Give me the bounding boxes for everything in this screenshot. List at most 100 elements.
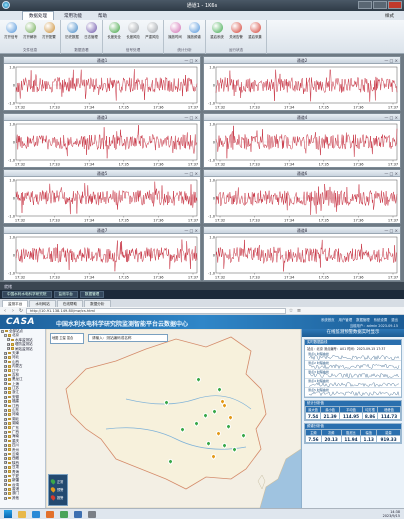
y-tick-label: 0 xyxy=(213,83,216,87)
tab-data-processing[interactable]: 数据处理 xyxy=(22,11,54,20)
expand-icon[interactable]: + xyxy=(4,404,7,408)
expand-icon[interactable]: + xyxy=(4,457,7,461)
link-settings[interactable]: 系统设置 xyxy=(374,317,388,322)
expand-icon[interactable]: + xyxy=(4,351,7,355)
browser-tab-1[interactable]: 监测平台 xyxy=(2,300,29,307)
panel-window-buttons[interactable]: — □ × xyxy=(184,58,198,63)
x-tick-label: 17:33 xyxy=(249,219,259,223)
star-icon[interactable]: ☆ xyxy=(288,308,294,314)
refresh-icon[interactable]: ↻ xyxy=(18,308,24,314)
link-logout[interactable]: 退出 xyxy=(391,317,398,322)
expand-icon[interactable]: + xyxy=(4,483,7,487)
settings-icon[interactable] xyxy=(88,510,96,518)
expand-icon[interactable]: + xyxy=(4,421,7,425)
maximize-button[interactable] xyxy=(373,1,387,9)
back-icon[interactable]: ‹ xyxy=(2,308,8,314)
panel-window-buttons[interactable]: — □ × xyxy=(184,171,198,176)
map-type-switch[interactable]: 地图 卫星 混合 xyxy=(50,333,84,344)
expand-icon[interactable]: + xyxy=(4,386,7,390)
expand-icon[interactable]: + xyxy=(4,448,7,452)
expand-icon[interactable]: + xyxy=(4,496,7,500)
address-bar[interactable]: http://10.91.138.149.80/mw/cs.html xyxy=(26,307,286,314)
station-map[interactable]: 地图 卫星 混合 请输入：测站编码或名称 正常 预警 报警 xyxy=(46,329,301,508)
waveform-panel[interactable]: 通道4— □ × 1.0 0 -1.0 17:32 17:33 17:34 17:35 17:3… xyxy=(203,112,401,168)
taskbar-item-1[interactable]: 中国水利水电科学研究院 xyxy=(2,291,52,298)
expand-icon[interactable]: + xyxy=(4,408,7,412)
expand-icon[interactable]: + xyxy=(4,470,7,474)
expand-icon[interactable]: + xyxy=(4,492,7,496)
expand-icon[interactable]: + xyxy=(4,443,7,447)
expand-icon[interactable]: + xyxy=(4,435,7,439)
browser-tab-4[interactable]: 数据分析 xyxy=(84,300,111,307)
expand-icon[interactable]: + xyxy=(4,356,7,360)
expand-icon[interactable]: + xyxy=(4,399,7,403)
expand-icon[interactable]: + xyxy=(4,426,7,430)
expand-icon[interactable]: + xyxy=(4,430,7,434)
expand-icon[interactable]: + xyxy=(4,465,7,469)
expand-icon[interactable]: + xyxy=(4,369,7,373)
expand-icon[interactable]: + xyxy=(4,474,7,478)
expand-icon[interactable]: + xyxy=(4,373,7,377)
expand-icon[interactable]: + xyxy=(4,461,7,465)
expand-icon[interactable]: + xyxy=(7,342,10,346)
waveform-panel[interactable]: 通道1— □ × 1.0 0 -1.0 17:32 17:33 17:34 17:35 17:3… xyxy=(3,56,201,111)
waveform-plot: 1.00-1.017:32 17:33 17:34 17:35 17:36 17:37 xyxy=(8,122,198,166)
taskbar-item-2[interactable]: 监测平台 xyxy=(53,291,78,298)
panel-header: 通道1 — □ × xyxy=(4,57,200,64)
map-search-input[interactable]: 请输入：测站编码或名称 xyxy=(88,334,168,342)
waveform-panel[interactable]: 通道6— □ × 1.0 0 -1.0 17:32 17:33 17:34 17:35 17:3… xyxy=(203,169,401,224)
expand-icon[interactable]: + xyxy=(7,338,10,342)
expand-icon[interactable]: + xyxy=(4,377,7,381)
media-icon[interactable] xyxy=(46,510,54,518)
app-icon[interactable] xyxy=(60,510,68,518)
y-tick-label: 0 xyxy=(13,83,16,87)
taskbar-item-3[interactable]: 数据管理 xyxy=(79,291,105,298)
collapse-icon[interactable]: - xyxy=(4,334,7,338)
minimize-button[interactable] xyxy=(358,1,372,9)
expand-icon[interactable]: + xyxy=(4,364,7,368)
expand-icon[interactable]: + xyxy=(4,382,7,386)
waveform-panel[interactable]: 通道7— □ × 1.0 0 -1.0 17:32 17:33 17:34 17:35 17:3… xyxy=(3,225,201,281)
waveform-panel[interactable]: 通道3— □ × 1.0 0 -1.0 17:32 17:33 17:34 17:35 17:3… xyxy=(3,112,201,168)
expand-icon[interactable]: + xyxy=(4,452,7,456)
tab-common-functions[interactable]: 常用功能 xyxy=(58,12,88,20)
style-menu[interactable]: 样式 xyxy=(385,13,394,19)
expand-icon[interactable]: + xyxy=(4,478,7,482)
link-data[interactable]: 数据管理 xyxy=(356,317,370,322)
waveform-panel[interactable]: 通道5— □ × 1.0 0 -1.0 17:32 17:33 17:34 17:35 17:3… xyxy=(3,169,201,224)
mini-curve-plot xyxy=(308,391,400,397)
browser-tab-2[interactable]: 水利网站 xyxy=(29,300,56,307)
expand-icon[interactable]: + xyxy=(4,439,7,443)
expand-icon[interactable]: + xyxy=(4,391,7,395)
panel-window-buttons[interactable]: — □ × xyxy=(184,115,198,120)
expand-icon[interactable]: + xyxy=(4,487,7,491)
tab-help[interactable]: 帮助 xyxy=(92,12,113,20)
expand-icon[interactable]: + xyxy=(4,417,7,421)
panel-window-buttons[interactable]: — □ × xyxy=(384,115,398,120)
folder-icon xyxy=(8,417,11,421)
waveform-panel[interactable]: 通道8— □ × 1.0 0 -1.0 17:32 17:33 17:34 17:35 17:3… xyxy=(203,225,401,281)
panel-window-buttons[interactable]: — □ × xyxy=(384,171,398,176)
expand-icon[interactable]: + xyxy=(7,347,10,351)
link-users[interactable]: 用户管理 xyxy=(339,317,353,322)
browser-icon[interactable] xyxy=(32,510,40,518)
close-button[interactable] xyxy=(388,1,402,9)
explorer-icon[interactable] xyxy=(18,510,26,518)
waveform-panel[interactable]: 通道2— □ × 1.0 0 -1.0 17:32 17:33 17:34 17:35 17:3… xyxy=(203,56,401,111)
panel-window-buttons[interactable]: — □ × xyxy=(384,228,398,233)
x-tick-label: 17:36 xyxy=(353,162,364,166)
tree-node[interactable]: + 其他 xyxy=(0,496,45,500)
collapse-icon[interactable]: - xyxy=(1,329,4,333)
panel-window-buttons[interactable]: — □ × xyxy=(384,58,398,63)
monitor-app-icon[interactable] xyxy=(74,510,82,518)
menu-icon[interactable]: ≡ xyxy=(296,308,302,314)
panel-window-buttons[interactable]: — □ × xyxy=(184,228,198,233)
expand-icon[interactable]: + xyxy=(4,413,7,417)
x-tick-label: 17:34 xyxy=(284,106,295,110)
expand-icon[interactable]: + xyxy=(4,395,7,399)
start-button[interactable] xyxy=(4,510,12,518)
forward-icon[interactable]: › xyxy=(10,308,16,314)
link-home[interactable]: 系统首页 xyxy=(321,317,335,322)
browser-tab-3[interactable]: 在线帮助 xyxy=(56,300,84,307)
expand-icon[interactable]: + xyxy=(4,360,7,364)
